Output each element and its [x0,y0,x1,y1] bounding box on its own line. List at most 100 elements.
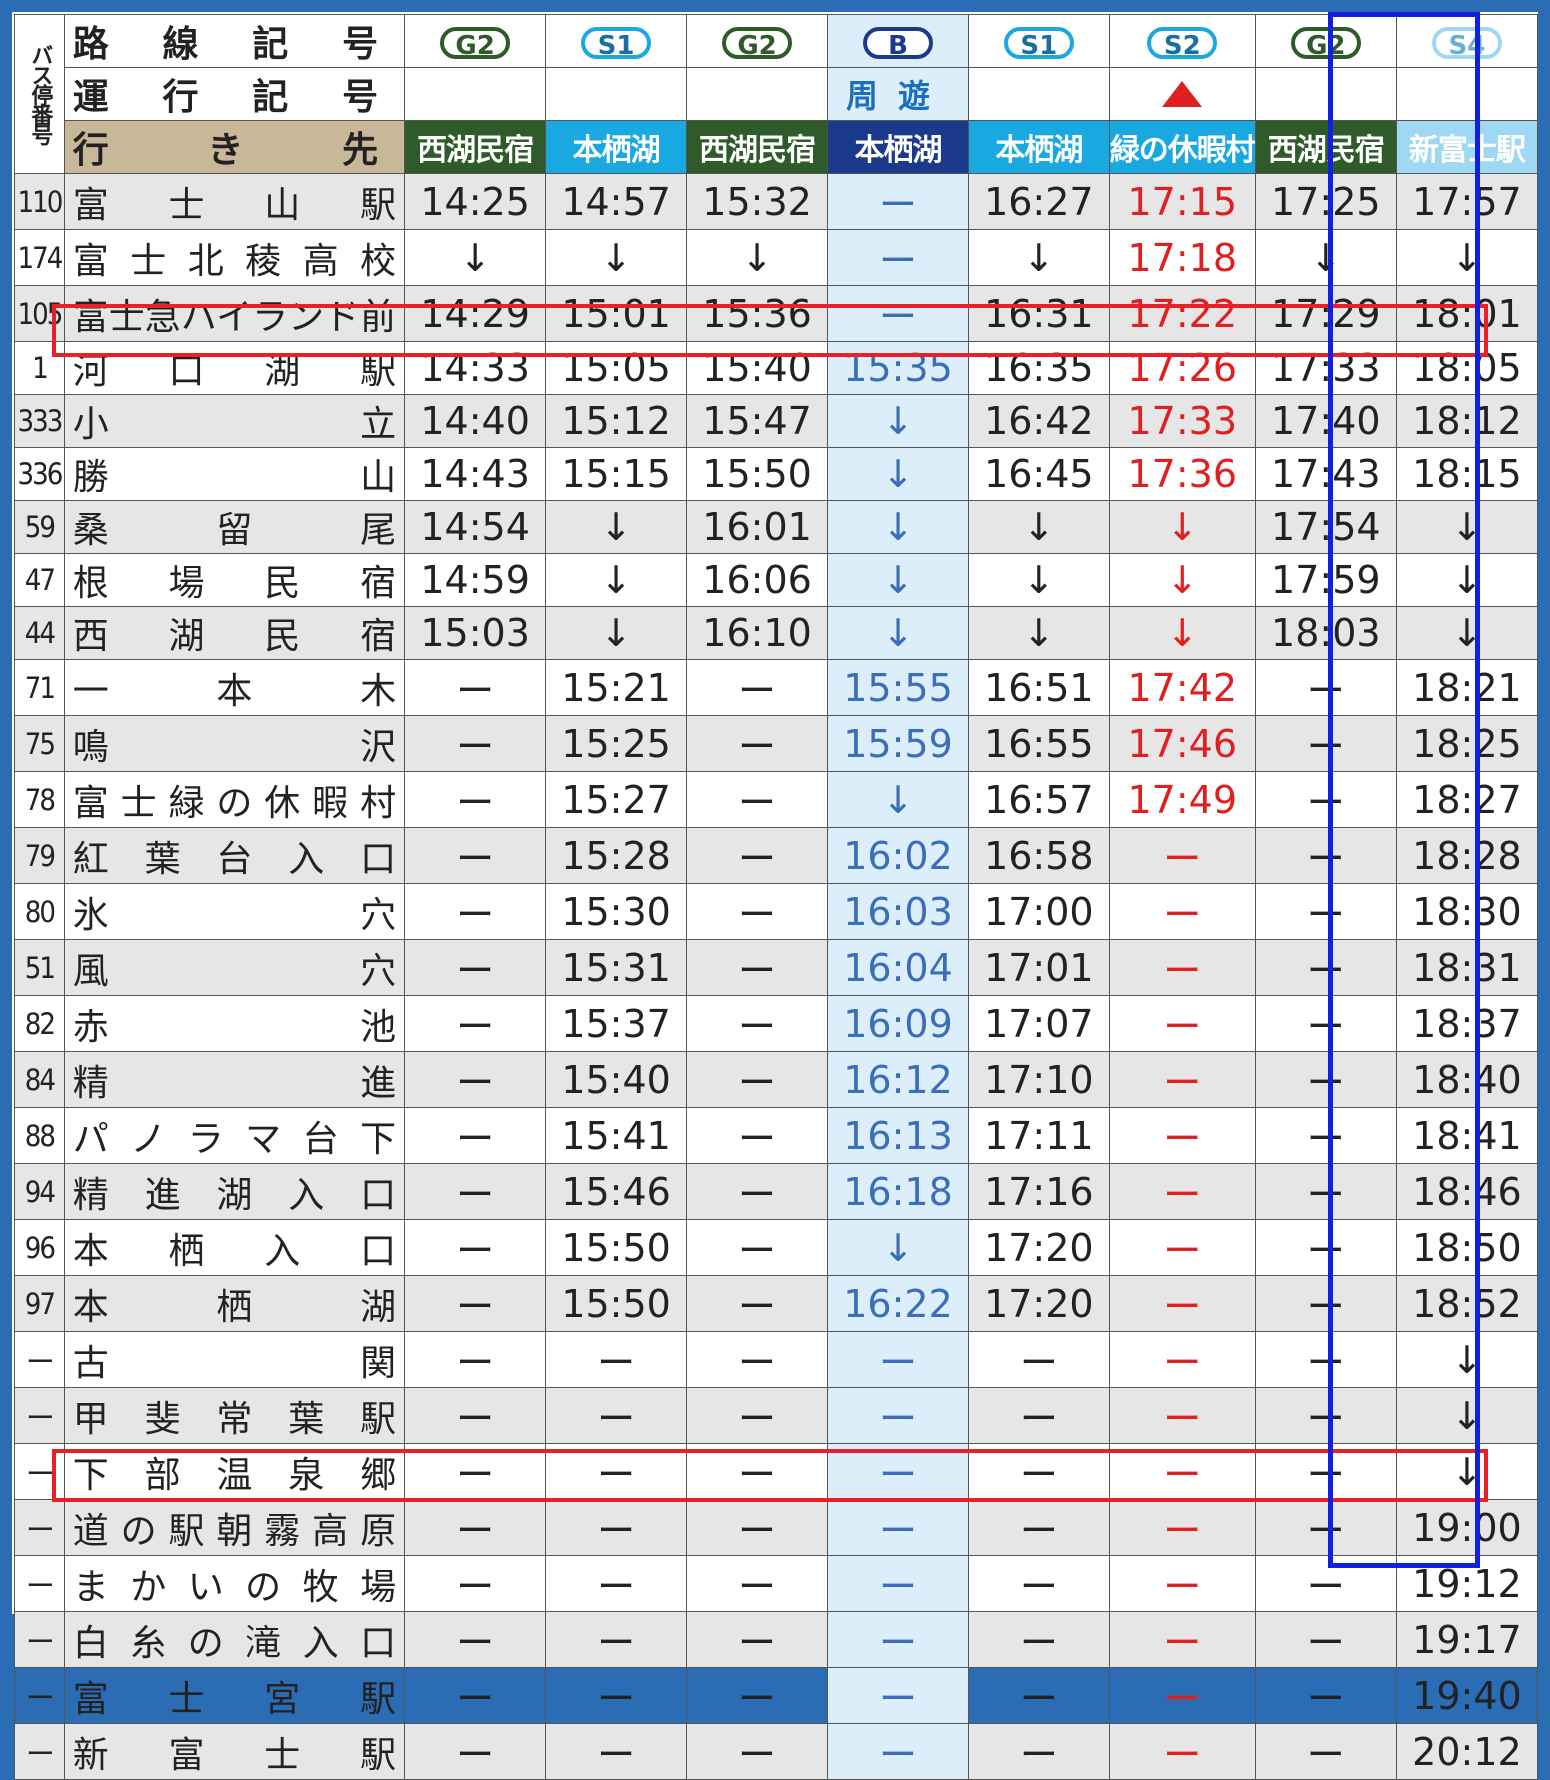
time-cell: 16:18 [827,1163,969,1220]
time-cell: 16:42 [967,394,1110,448]
time-cell: ー [685,1611,829,1668]
time-cell: 15:50 [685,447,829,501]
time-cell: 15:40 [545,1051,687,1108]
time-cell: ー [1254,1163,1397,1220]
time-cell: 17:18 [1108,229,1256,286]
stop-number: 44 [14,606,65,660]
stop-name: 鳴沢 [63,715,406,772]
time-cell: ー [404,1387,547,1444]
time-cell: ー [1108,1555,1256,1612]
stop-number: 82 [14,995,65,1052]
time-cell: 17:36 [1108,447,1256,501]
route-badge: S4 [1431,27,1502,61]
time-cell: ー [685,939,829,996]
time-cell: 18:21 [1395,659,1539,716]
time-cell: 19:00 [1395,1499,1539,1556]
time-cell: 18:25 [1395,715,1539,772]
stop-row: 71 一本木ー 15:21 ー 15:55 16:51 17:42 ー 18:21 [14,659,1539,716]
time-cell: ↓ [1395,1443,1539,1500]
destination-cell: 新富士駅 [1395,120,1539,174]
time-cell: 19:17 [1395,1611,1539,1668]
time-cell: ー [545,1499,687,1556]
stop-name: 富士山駅 [63,173,406,230]
time-cell: 14:54 [404,500,547,554]
time-cell: 16:12 [827,1051,969,1108]
time-cell: 18:31 [1395,939,1539,996]
time-cell: 17:20 [967,1219,1110,1276]
time-cell: 19:40 [1395,1667,1539,1724]
time-cell: 18:01 [1395,285,1539,342]
stop-name: 富士急ハイランド前 [63,285,406,342]
time-cell: ↓ [1395,606,1539,660]
time-cell: 15:01 [545,285,687,342]
time-cell: ー [685,771,829,828]
time-cell: 16:04 [827,939,969,996]
stop-name: 富士北稜高校 [63,229,406,286]
time-cell: ー [545,1555,687,1612]
time-cell: 15:21 [545,659,687,716]
time-cell: ー [404,1275,547,1332]
time-cell: 17:22 [1108,285,1256,342]
time-cell: 16:03 [827,883,969,940]
timetable: バス停番号 路線記号 G2 S1 G2 B S1 S2 G2 S4 運行記号 周遊 行き先 西湖民宿 本栖湖… [14,14,1539,1780]
time-cell: ↓ [1108,606,1256,660]
time-cell: ー [404,659,547,716]
time-cell: 16:58 [967,827,1110,884]
time-cell: ー [685,1275,829,1332]
stop-number: 51 [14,939,65,996]
time-cell: ↓ [967,606,1110,660]
time-cell: 16:13 [827,1107,969,1164]
stop-name: パノラマ台下 [63,1107,406,1164]
time-cell: 17:54 [1254,500,1397,554]
time-cell: 17:15 [1108,173,1256,230]
time-cell: ー [404,715,547,772]
time-cell: ー [1254,1219,1397,1276]
stop-name: 白糸の滝入口 [63,1611,406,1668]
time-cell: ー [827,173,969,230]
service-code-cell [1395,67,1539,121]
route-badge: G2 [1290,27,1361,61]
time-cell: 14:57 [545,173,687,230]
stop-row: ーまかいの牧場ーーーーーーー 19:12 [14,1555,1539,1612]
route-code-cell: S1 [545,14,687,68]
time-cell: 17:26 [1108,341,1256,395]
time-cell: ー [1108,1107,1256,1164]
stop-number-header: バス停番号 [14,14,65,174]
time-cell: ー [685,1387,829,1444]
time-cell: 16:35 [967,341,1110,395]
stop-number: 94 [14,1163,65,1220]
time-cell: ↓ [1108,500,1256,554]
time-cell: 17:33 [1254,341,1397,395]
time-cell: ー [1254,1051,1397,1108]
time-cell: 18:50 [1395,1219,1539,1276]
stop-number: 84 [14,1051,65,1108]
stop-number: ー [14,1387,65,1444]
time-cell: ー [1254,1443,1397,1500]
time-cell: ↓ [545,500,687,554]
time-cell: 16:45 [967,447,1110,501]
time-cell: ー [827,1611,969,1668]
time-cell: 17:00 [967,883,1110,940]
time-cell: ↓ [827,500,969,554]
time-cell: 18:30 [1395,883,1539,940]
time-cell: ー [404,1219,547,1276]
time-cell: 16:06 [685,553,829,607]
stop-row: 96 本栖入口ー 15:50 ー ↓ 17:20 ーー 18:50 [14,1219,1539,1276]
time-cell: ー [1108,1611,1256,1668]
time-cell: ー [545,1723,687,1780]
stop-row: ー下部温泉郷ーーーーーーー ↓ [14,1443,1539,1500]
time-cell: ー [404,1611,547,1668]
time-cell: ー [685,659,829,716]
service-code-cell: 周遊 [827,67,969,121]
route-code-label: 路線記号 [63,14,406,68]
time-cell: 17:10 [967,1051,1110,1108]
time-cell: ↓ [1395,553,1539,607]
time-cell: 18:12 [1395,394,1539,448]
time-cell: ー [685,995,829,1052]
time-cell: 17:07 [967,995,1110,1052]
route-badge: S1 [581,27,652,61]
time-cell: ↓ [827,447,969,501]
stop-number: 78 [14,771,65,828]
time-cell: ー [404,1331,547,1388]
time-cell: ー [404,1667,547,1724]
